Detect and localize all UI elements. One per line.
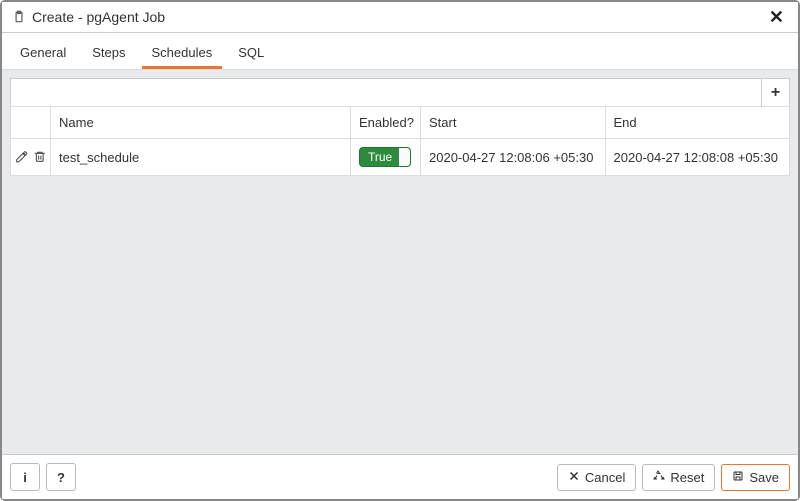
info-button[interactable]: i	[10, 463, 40, 491]
close-icon	[568, 470, 580, 485]
help-button[interactable]: ?	[46, 463, 76, 491]
cell-start[interactable]: 2020-04-27 12:08:06 +05:30	[421, 139, 606, 176]
create-pgagent-job-dialog: Create - pgAgent Job ✕ General Steps Sch…	[0, 0, 800, 501]
tab-general[interactable]: General	[10, 39, 76, 69]
tab-steps[interactable]: Steps	[82, 39, 135, 69]
table-row: test_schedule True 2020-04-27 12:08:06 +…	[11, 139, 790, 176]
tab-bar: General Steps Schedules SQL	[2, 33, 798, 70]
dialog-titlebar: Create - pgAgent Job ✕	[2, 2, 798, 33]
enabled-toggle[interactable]: True	[359, 147, 411, 167]
dialog-title: Create - pgAgent Job	[32, 9, 765, 25]
clipboard-icon	[12, 10, 26, 24]
save-icon	[732, 470, 744, 485]
column-header-actions	[11, 107, 51, 139]
edit-icon[interactable]	[15, 150, 29, 164]
close-icon[interactable]: ✕	[765, 8, 788, 26]
cancel-label: Cancel	[585, 470, 625, 485]
recycle-icon	[653, 470, 665, 485]
toggle-label: True	[360, 147, 398, 167]
column-header-end: End	[605, 107, 790, 139]
delete-icon[interactable]	[33, 150, 47, 164]
reset-label: Reset	[670, 470, 704, 485]
cell-enabled: True	[351, 139, 421, 176]
grid-toolbar: +	[10, 78, 790, 106]
help-icon: ?	[57, 470, 65, 485]
footer-right: Cancel Reset Save	[557, 464, 790, 491]
reset-button[interactable]: Reset	[642, 464, 715, 491]
column-header-start: Start	[421, 107, 606, 139]
save-button[interactable]: Save	[721, 464, 790, 491]
tab-schedules[interactable]: Schedules	[142, 39, 223, 69]
dialog-footer: i ? Cancel Reset	[2, 454, 798, 499]
cancel-button[interactable]: Cancel	[557, 464, 636, 491]
column-header-name: Name	[51, 107, 351, 139]
info-icon: i	[23, 470, 27, 485]
footer-left: i ?	[10, 463, 76, 491]
plus-icon: +	[771, 84, 780, 102]
save-label: Save	[749, 470, 779, 485]
column-header-enabled: Enabled?	[351, 107, 421, 139]
cell-end[interactable]: 2020-04-27 12:08:08 +05:30	[605, 139, 790, 176]
tab-sql[interactable]: SQL	[228, 39, 274, 69]
toggle-handle	[398, 148, 410, 166]
cell-name[interactable]: test_schedule	[51, 139, 351, 176]
add-row-button[interactable]: +	[761, 79, 789, 107]
dialog-content-area: + Name Enabled? Start End	[2, 70, 798, 454]
schedules-table: Name Enabled? Start End	[10, 106, 790, 176]
row-actions	[15, 150, 46, 164]
